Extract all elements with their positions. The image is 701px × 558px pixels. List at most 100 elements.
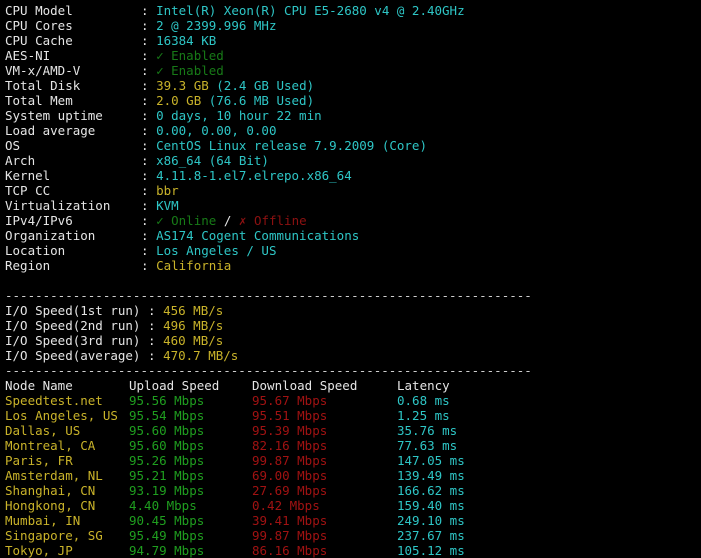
table-body: Speedtest.net95.56 Mbps95.67 Mbps0.68 ms… — [5, 393, 701, 558]
label-io-2nd: I/O Speed(2nd run) — [5, 318, 148, 333]
row-total-disk: Total Disk: 39.3 GB (2.4 GB Used) — [5, 78, 701, 93]
header-upload-speed: Upload Speed — [129, 378, 252, 393]
ip-divider: / — [224, 213, 232, 228]
cell-download-speed: 86.16 Mbps — [252, 543, 397, 558]
colon: : — [141, 168, 149, 183]
cell-download-speed: 69.00 Mbps — [252, 468, 397, 483]
cell-download-speed: 95.39 Mbps — [252, 423, 397, 438]
value-cpu-cores: 2 @ 2399.996 MHz — [156, 18, 276, 33]
value-tcp-cc: bbr — [156, 183, 179, 198]
label-os: OS — [5, 138, 141, 153]
row-io-average: I/O Speed(average) : 470.7 MB/s — [5, 348, 701, 363]
value-arch: x86_64 (64 Bit) — [156, 153, 269, 168]
label-total-mem: Total Mem — [5, 93, 141, 108]
header-node-name: Node Name — [5, 378, 129, 393]
label-organization: Organization — [5, 228, 141, 243]
row-cpu-model: CPU Model: Intel(R) Xeon(R) CPU E5-2680 … — [5, 3, 701, 18]
cross-icon: ✗ — [239, 213, 247, 228]
table-header-row: Node NameUpload SpeedDownload SpeedLaten… — [5, 378, 701, 393]
colon: : — [141, 228, 149, 243]
label-ipv4-ipv6: IPv4/IPv6 — [5, 213, 141, 228]
colon: : — [141, 258, 149, 273]
cell-upload-speed: 95.56 Mbps — [129, 393, 252, 408]
value-ipv4-status: Online — [171, 213, 216, 228]
row-location: Location: Los Angeles / US — [5, 243, 701, 258]
io-speed-block: I/O Speed(1st run) : 456 MB/s I/O Speed(… — [5, 303, 701, 363]
row-total-mem: Total Mem: 2.0 GB (76.6 MB Used) — [5, 93, 701, 108]
cell-node-name: Speedtest.net — [5, 393, 129, 408]
colon: : — [141, 138, 149, 153]
row-io-2nd: I/O Speed(2nd run) : 496 MB/s — [5, 318, 701, 333]
label-load-average: Load average — [5, 123, 141, 138]
table-row: Paris, FR95.26 Mbps99.87 Mbps147.05 ms — [5, 453, 701, 468]
cell-node-name: Hongkong, CN — [5, 498, 129, 513]
cell-download-speed: 82.16 Mbps — [252, 438, 397, 453]
table-row: Tokyo, JP94.79 Mbps86.16 Mbps105.12 ms — [5, 543, 701, 558]
value-organization: AS174 Cogent Communications — [156, 228, 359, 243]
label-region: Region — [5, 258, 141, 273]
cell-upload-speed: 94.79 Mbps — [129, 543, 252, 558]
value-region: California — [156, 258, 231, 273]
value-aes-ni: Enabled — [171, 48, 224, 63]
row-io-1st: I/O Speed(1st run) : 456 MB/s — [5, 303, 701, 318]
cell-latency: 35.76 ms — [397, 423, 457, 438]
label-cpu-cores: CPU Cores — [5, 18, 141, 33]
label-virtualization: Virtualization — [5, 198, 141, 213]
cell-latency: 105.12 ms — [397, 543, 465, 558]
colon: : — [141, 18, 149, 33]
colon: : — [141, 33, 149, 48]
row-virtualization: Virtualization: KVM — [5, 198, 701, 213]
value-io-average: 470.7 MB/s — [163, 348, 238, 363]
row-aes-ni: AES-NI: ✓ Enabled — [5, 48, 701, 63]
label-system-uptime: System uptime — [5, 108, 141, 123]
value-system-uptime: 0 days, 10 hour 22 min — [156, 108, 322, 123]
system-info-block: CPU Model: Intel(R) Xeon(R) CPU E5-2680 … — [5, 3, 701, 273]
label-total-disk: Total Disk — [5, 78, 141, 93]
cell-node-name: Shanghai, CN — [5, 483, 129, 498]
cell-latency: 1.25 ms — [397, 408, 450, 423]
value-vmx-amdv: Enabled — [171, 63, 224, 78]
row-organization: Organization: AS174 Cogent Communication… — [5, 228, 701, 243]
cell-latency: 166.62 ms — [397, 483, 465, 498]
colon: : — [141, 153, 149, 168]
cell-node-name: Dallas, US — [5, 423, 129, 438]
cell-upload-speed: 95.54 Mbps — [129, 408, 252, 423]
row-region: Region: California — [5, 258, 701, 273]
check-icon: ✓ — [156, 213, 164, 228]
label-tcp-cc: TCP CC — [5, 183, 141, 198]
cell-latency: 139.49 ms — [397, 468, 465, 483]
cell-upload-speed: 93.19 Mbps — [129, 483, 252, 498]
table-row: Amsterdam, NL95.21 Mbps69.00 Mbps139.49 … — [5, 468, 701, 483]
table-row: Dallas, US95.60 Mbps95.39 Mbps35.76 ms — [5, 423, 701, 438]
value-total-disk-used: (2.4 GB Used) — [216, 78, 314, 93]
check-icon: ✓ — [156, 48, 164, 63]
spacer — [5, 273, 701, 288]
row-cpu-cache: CPU Cache: 16384 KB — [5, 33, 701, 48]
row-arch: Arch: x86_64 (64 Bit) — [5, 153, 701, 168]
label-io-3rd: I/O Speed(3rd run) — [5, 333, 148, 348]
label-io-average: I/O Speed(average) — [5, 348, 148, 363]
value-total-mem-used: (76.6 MB Used) — [209, 93, 314, 108]
cell-node-name: Los Angeles, US — [5, 408, 129, 423]
table-row: Hongkong, CN4.40 Mbps0.42 Mbps159.40 ms — [5, 498, 701, 513]
speedtest-table: Node NameUpload SpeedDownload SpeedLaten… — [5, 378, 701, 558]
label-cpu-cache: CPU Cache — [5, 33, 141, 48]
row-os: OS: CentOS Linux release 7.9.2009 (Core) — [5, 138, 701, 153]
colon: : — [141, 243, 149, 258]
row-vmx-amdv: VM-x/AMD-V: ✓ Enabled — [5, 63, 701, 78]
cell-node-name: Singapore, SG — [5, 528, 129, 543]
colon: : — [141, 183, 149, 198]
cell-upload-speed: 95.49 Mbps — [129, 528, 252, 543]
value-load-average: 0.00, 0.00, 0.00 — [156, 123, 276, 138]
check-icon: ✓ — [156, 63, 164, 78]
value-io-2nd: 496 MB/s — [163, 318, 223, 333]
colon: : — [141, 63, 149, 78]
cell-node-name: Paris, FR — [5, 453, 129, 468]
cell-upload-speed: 90.45 Mbps — [129, 513, 252, 528]
cell-latency: 0.68 ms — [397, 393, 450, 408]
cell-node-name: Amsterdam, NL — [5, 468, 129, 483]
cell-download-speed: 99.87 Mbps — [252, 528, 397, 543]
header-download-speed: Download Speed — [252, 378, 397, 393]
terminal-screen[interactable]: CPU Model: Intel(R) Xeon(R) CPU E5-2680 … — [0, 0, 701, 548]
colon: : — [148, 318, 156, 333]
